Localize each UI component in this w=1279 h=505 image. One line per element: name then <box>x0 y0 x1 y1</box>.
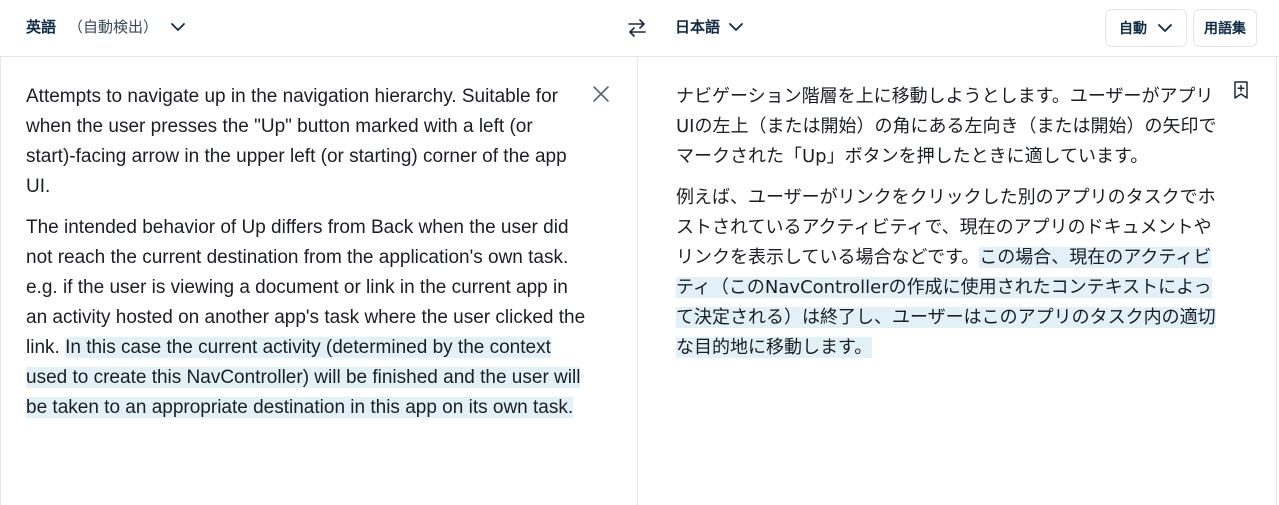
target-language-label: 日本語 <box>675 18 721 36</box>
source-language-label: 英語 <box>26 18 57 36</box>
formality-label: 自動 <box>1119 21 1147 37</box>
panel-border-left <box>0 57 1 505</box>
panel-divider <box>637 57 638 505</box>
auto-detect-label: （自動検出） <box>68 18 159 36</box>
chevron-down-icon <box>729 22 743 31</box>
translation-output: ナビゲーション階層を上に移動しようとします。ユーザーがアプリUIの左上（または開… <box>676 82 1221 374</box>
glossary-button[interactable]: 用語集 <box>1193 9 1257 47</box>
panel-border-right <box>1276 57 1277 505</box>
target-paragraph: 例えば、ユーザーがリンクをクリックした別のアプリのタスクでホストされているアクテ… <box>676 183 1221 363</box>
swap-languages-icon[interactable] <box>626 17 648 39</box>
glossary-label: 用語集 <box>1204 21 1246 37</box>
bookmark-add-icon[interactable] <box>1232 80 1250 100</box>
close-icon[interactable] <box>591 84 611 104</box>
source-text-area[interactable]: Attempts to navigate up in the navigatio… <box>26 82 586 434</box>
chevron-down-icon <box>1158 24 1172 32</box>
source-paragraph: The intended behavior of Up differs from… <box>26 213 586 423</box>
target-paragraph: ナビゲーション階層を上に移動しようとします。ユーザーがアプリUIの左上（または開… <box>676 86 1217 167</box>
target-language-selector[interactable]: 日本語 <box>675 16 744 37</box>
chevron-down-icon <box>171 22 185 31</box>
formality-dropdown-button[interactable]: 自動 <box>1105 9 1187 47</box>
source-paragraph: Attempts to navigate up in the navigatio… <box>26 86 567 197</box>
translator-toolbar: 英語 （自動検出） 日本語 自動 用語集 <box>0 0 1279 57</box>
source-language-selector[interactable]: 英語 （自動検出） <box>26 16 186 37</box>
source-text-highlighted: In this case the current activity (deter… <box>26 337 581 418</box>
